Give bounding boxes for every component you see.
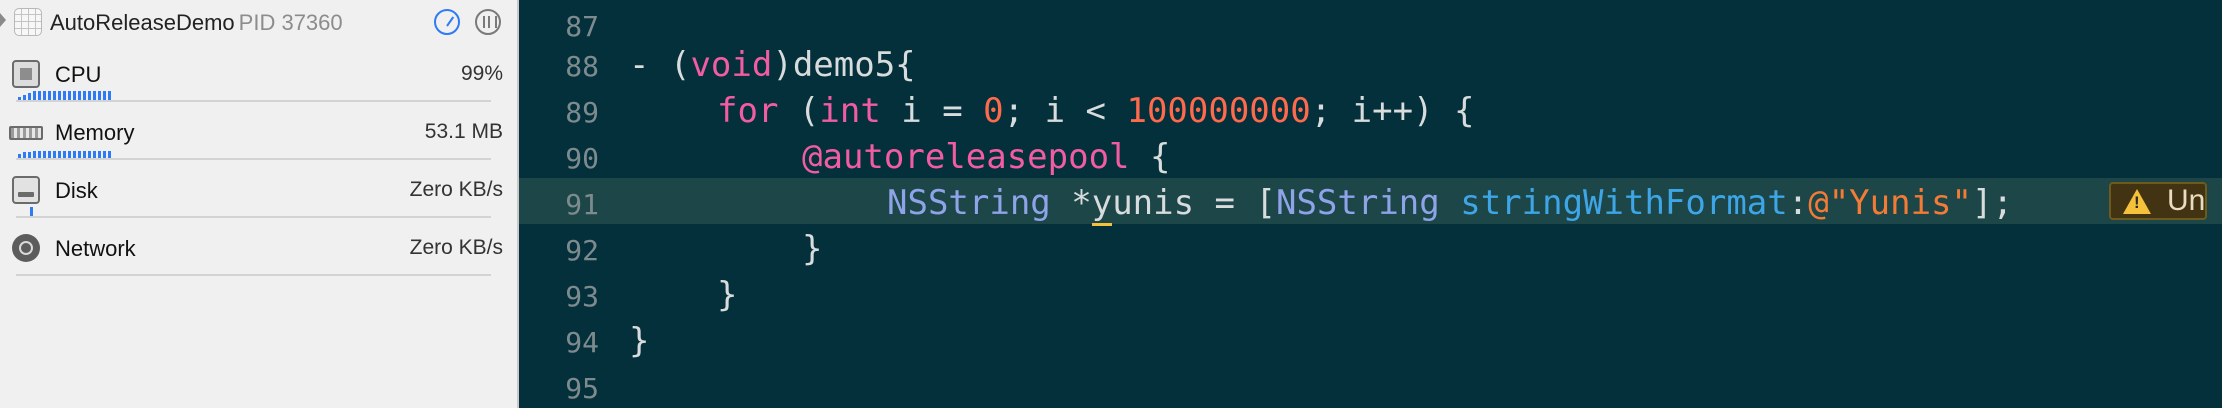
network-icon [12, 234, 40, 262]
memory-icon [9, 126, 43, 140]
code-text: } [717, 275, 738, 315]
code-text: } [629, 321, 650, 361]
line-number: 87 [565, 10, 599, 43]
token: ( [669, 45, 691, 85]
token: ( [778, 91, 820, 131]
token: unis = [ [1112, 183, 1276, 223]
keyword-token: @autoreleasepool [802, 137, 1130, 177]
code-text: NSString *yunis = [NSString stringWithFo… [887, 183, 2013, 226]
debug-navigator: AutoReleaseDemo PID 37360 CPU 99% Memory … [0, 0, 519, 408]
gauge-network[interactable]: Network Zero KB/s [0, 226, 517, 284]
gauge-value: 53.1 MB [424, 120, 503, 143]
method-name-token: demo5{ [792, 45, 916, 85]
divider [16, 100, 491, 102]
code-text: - (void)demo5{ [629, 45, 916, 85]
gauge-label: Disk [55, 178, 98, 203]
source-editor[interactable]: 87 88 - (void)demo5{ 89 for (int i = 0; … [519, 0, 2222, 408]
code-line[interactable]: 95 [519, 362, 2222, 408]
keyword-token: void [690, 45, 773, 85]
process-row[interactable]: AutoReleaseDemo PID 37360 [0, 0, 517, 46]
code-line[interactable]: 89 for (int i = 0; i < 100000000; i++) { [519, 86, 2222, 132]
code-line[interactable]: 92 } [519, 224, 2222, 270]
string-token: @"Yunis" [1808, 183, 1972, 223]
class-token: NSString [1275, 183, 1440, 223]
line-number: 89 [565, 96, 599, 129]
code-text: for (int i = 0; i < 100000000; i++) { [717, 91, 1474, 131]
token: ; i < [1003, 91, 1127, 131]
line-number: 88 [565, 50, 599, 83]
gauge-value: Zero KB/s [409, 236, 503, 259]
code-line[interactable]: 94 } [519, 316, 2222, 362]
divider [16, 216, 491, 218]
warning-text: Un [2167, 184, 2206, 217]
keyword-token: int [819, 91, 881, 131]
code-text: @autoreleasepool { [802, 137, 1170, 177]
process-name: AutoReleaseDemo [50, 10, 235, 35]
line-number: 93 [565, 280, 599, 313]
gauge-disk[interactable]: Disk Zero KB/s [0, 168, 517, 226]
app-icon [14, 8, 42, 36]
number-token: 100000000 [1126, 91, 1311, 131]
gauge-cpu[interactable]: CPU 99% [0, 52, 517, 110]
gauge-value: 99% [460, 62, 503, 85]
method-token: stringWithFormat [1460, 183, 1788, 223]
debug-gauges-icon[interactable] [434, 9, 460, 35]
token: ]; [1971, 183, 2013, 223]
warning-triangle-icon [2123, 188, 2151, 214]
disclosure-triangle-icon[interactable] [0, 13, 6, 27]
token: - [629, 45, 670, 85]
cpu-icon [12, 60, 40, 88]
line-number: 91 [565, 188, 599, 221]
code-line-highlighted[interactable]: 91 NSString *yunis = [NSString stringWit… [519, 178, 2222, 226]
line-number: 94 [565, 326, 599, 359]
line-number: 95 [565, 372, 599, 405]
token: ) [772, 45, 793, 85]
code-text: } [802, 229, 823, 269]
code-line[interactable]: 88 - (void)demo5{ [519, 40, 2222, 86]
divider [16, 158, 491, 160]
token: : [1787, 183, 1809, 223]
gauge-label: Network [55, 236, 136, 261]
code-line[interactable]: 90 @autoreleasepool { [519, 132, 2222, 178]
token: * [1050, 183, 1092, 223]
gauge-memory[interactable]: Memory 53.1 MB [0, 110, 517, 168]
warning-badge[interactable]: Un [2109, 182, 2208, 220]
number-token: 0 [983, 91, 1004, 131]
keyword-token: for [717, 91, 779, 131]
warning-underline: y [1091, 183, 1113, 226]
gauge-value: Zero KB/s [409, 178, 503, 201]
divider [16, 274, 491, 276]
token: i = [880, 91, 984, 131]
token: ; i++) { [1310, 91, 1475, 131]
disk-icon [12, 176, 40, 204]
class-token: NSString [887, 183, 1051, 223]
gauge-label: CPU [55, 62, 102, 87]
line-number: 90 [565, 142, 599, 175]
process-pid: PID 37360 [238, 10, 343, 35]
line-number: 92 [565, 234, 599, 267]
gauge-label: Memory [55, 120, 135, 145]
thread-view-icon[interactable] [475, 9, 501, 35]
process-name-label: AutoReleaseDemo PID 37360 [50, 10, 343, 36]
token: { [1129, 137, 1171, 177]
code-line[interactable]: 93 } [519, 270, 2222, 316]
